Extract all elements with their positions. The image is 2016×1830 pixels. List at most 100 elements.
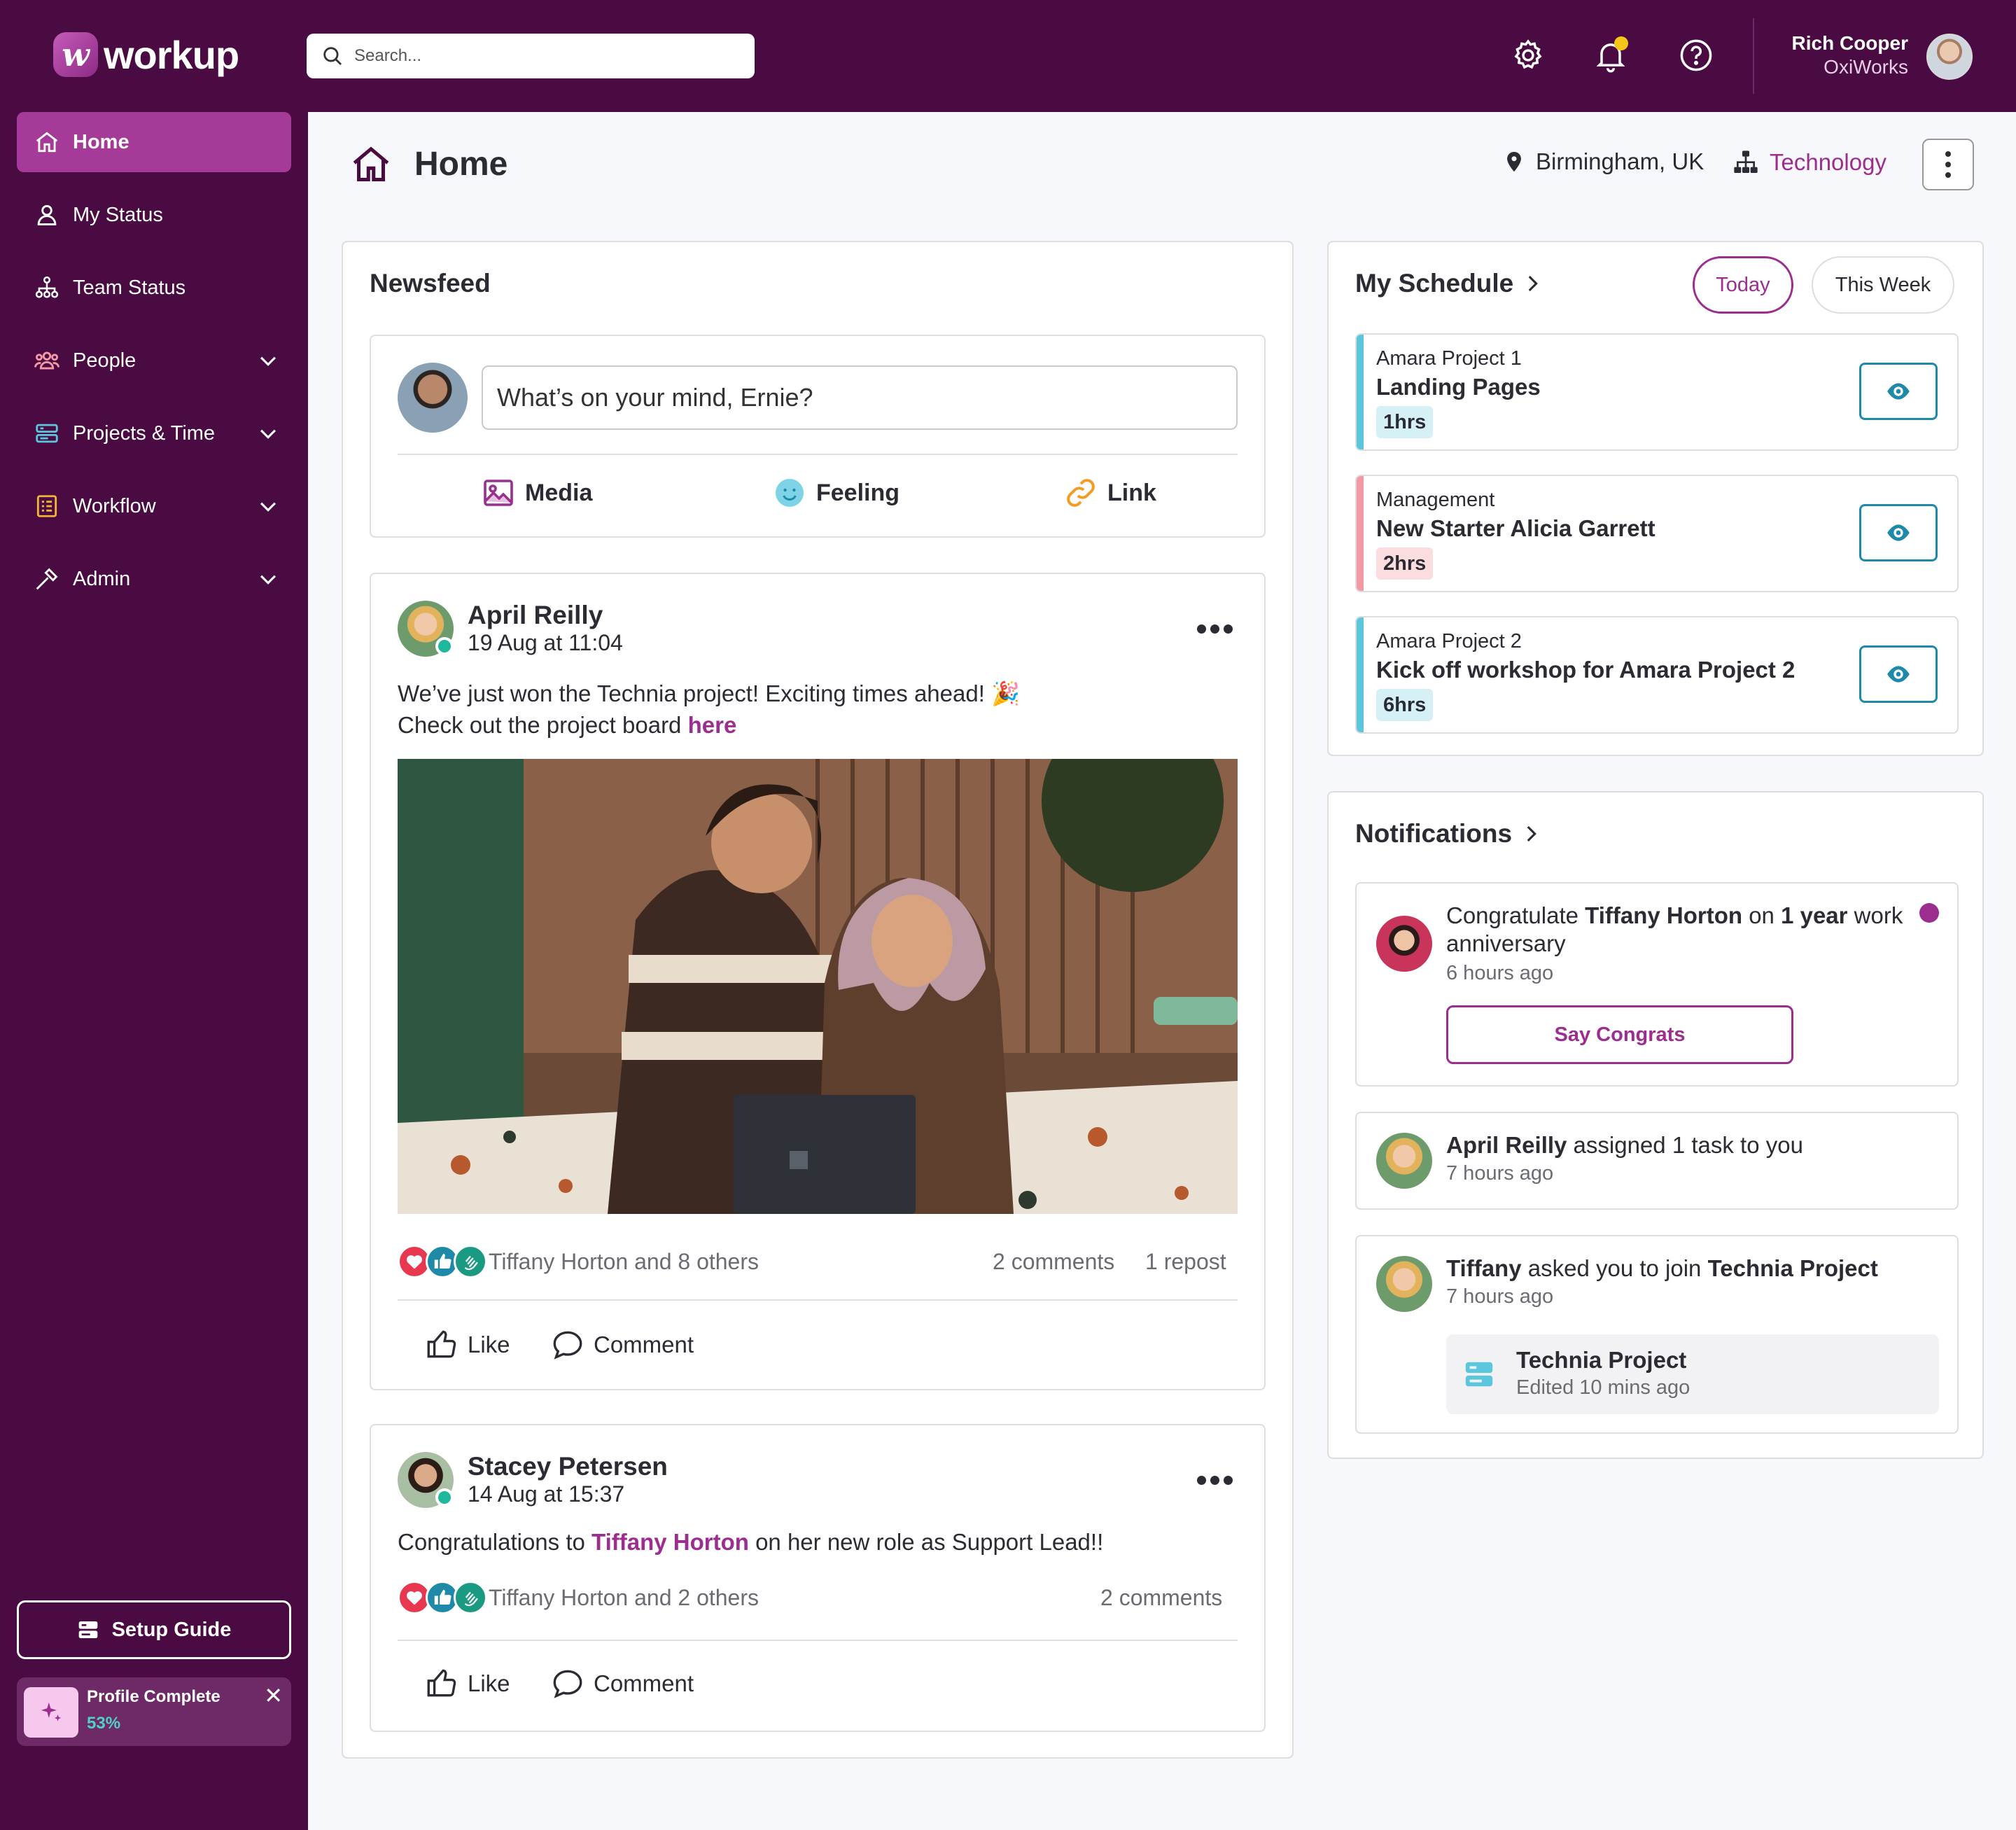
comment-button[interactable]: Comment — [550, 1666, 694, 1701]
schedule-task-title: New Starter Alicia Garrett — [1376, 515, 1656, 541]
sidebar-item-people[interactable]: People — [17, 330, 291, 391]
settings-button[interactable] — [1504, 31, 1553, 80]
profile-complete-percent: 53% — [87, 1714, 121, 1733]
reactions-summary[interactable]: Tiffany Horton and 8 others — [489, 1249, 759, 1275]
help-button[interactable] — [1672, 31, 1721, 80]
clap-icon — [454, 1581, 487, 1614]
notification-avatar — [1376, 1133, 1432, 1189]
sidebar-item-team-status[interactable]: Team Status — [17, 258, 291, 318]
feeling-button[interactable]: Feeling — [773, 476, 899, 510]
schedule-item[interactable]: Amara Project 1 Landing Pages 1hrs — [1355, 333, 1959, 451]
post-author-name[interactable]: Stacey Petersen — [468, 1452, 668, 1481]
chevron-down-icon — [260, 429, 276, 439]
project-board-link[interactable]: here — [688, 712, 737, 738]
sidebar-item-home[interactable]: Home — [17, 112, 291, 172]
top-divider — [1753, 18, 1754, 94]
schedule-color-bar — [1357, 335, 1364, 449]
comment-label: Comment — [594, 1670, 694, 1696]
reposts-count[interactable]: 1 repost — [1145, 1249, 1226, 1275]
logo-mark: w — [53, 32, 98, 77]
notifications-title-link[interactable]: Notifications — [1355, 819, 1543, 848]
department-link[interactable]: Technology — [1732, 148, 1886, 176]
notification-item[interactable]: Tiffany asked you to join Technia Projec… — [1355, 1235, 1959, 1434]
view-button[interactable] — [1859, 504, 1938, 561]
search-input[interactable] — [354, 46, 746, 66]
notification-text-part: work — [1847, 902, 1903, 928]
duration-badge: 1hrs — [1376, 406, 1434, 438]
post-more-button[interactable] — [1197, 1476, 1233, 1485]
user-menu[interactable]: Rich Cooper OxiWorks — [1792, 32, 1908, 78]
projects-icon — [36, 424, 58, 443]
chevron-right-icon — [1528, 275, 1539, 292]
workup-logo[interactable]: w workup — [53, 32, 239, 77]
post-photo[interactable] — [398, 759, 1238, 1214]
tab-this-week[interactable]: This Week — [1812, 256, 1954, 314]
link-button[interactable]: Link — [1064, 476, 1156, 510]
view-button[interactable] — [1859, 645, 1938, 703]
view-button[interactable] — [1859, 363, 1938, 420]
setup-guide-label: Setup Guide — [111, 1618, 232, 1641]
schedule-item[interactable]: Management New Starter Alicia Garrett 2h… — [1355, 475, 1959, 592]
smiley-icon — [776, 479, 804, 507]
notification-text-part: anniversary — [1446, 930, 1566, 956]
say-congrats-button[interactable]: Say Congrats — [1446, 1005, 1793, 1064]
post-text-line: We’ve just won the Technia project! Exci… — [398, 680, 1021, 706]
sidebar-item-projects-time[interactable]: Projects & Time — [17, 403, 291, 463]
location: Birmingham, UK — [1502, 148, 1704, 175]
feeling-label: Feeling — [816, 479, 900, 506]
sidebar-item-label: Workflow — [73, 494, 156, 517]
schedule-title-link[interactable]: My Schedule — [1355, 269, 1544, 298]
image-icon — [484, 480, 513, 506]
like-button[interactable]: Like — [424, 1327, 510, 1362]
post-more-button[interactable] — [1197, 624, 1233, 634]
notification-text-part: asked you to join — [1521, 1255, 1708, 1281]
project-chip-title: Technia Project — [1516, 1347, 1687, 1373]
project-chip[interactable]: Technia Project Edited 10 mins ago — [1446, 1334, 1939, 1414]
notification-text-part: on — [1742, 902, 1782, 928]
tab-today[interactable]: Today — [1693, 256, 1793, 314]
post-author-name[interactable]: April Reilly — [468, 601, 603, 630]
notification-dot — [1614, 36, 1628, 50]
user-avatar[interactable] — [1926, 34, 1973, 80]
notification-time: 7 hours ago — [1446, 1162, 1554, 1185]
department-label: Technology — [1770, 149, 1886, 175]
home-icon — [36, 132, 58, 153]
reactions[interactable] — [398, 1245, 487, 1278]
eye-icon — [1887, 524, 1910, 541]
media-button[interactable]: Media — [482, 476, 592, 510]
search-box[interactable] — [307, 34, 755, 78]
mention-link[interactable]: Tiffany Horton — [592, 1529, 749, 1555]
divider — [398, 1299, 1238, 1301]
checklist-icon — [36, 495, 57, 517]
chevron-down-icon — [260, 575, 276, 585]
notification-text: Congratulate Tiffany Horton on 1 year wo… — [1446, 902, 1908, 958]
more-options-button[interactable] — [1922, 139, 1974, 190]
duration-badge: 2hrs — [1376, 547, 1434, 580]
online-status-dot — [435, 1488, 454, 1507]
unread-dot — [1919, 903, 1939, 923]
divider — [398, 1640, 1238, 1641]
notification-item[interactable]: Congratulate Tiffany Horton on 1 year wo… — [1355, 882, 1959, 1087]
reactions[interactable] — [398, 1581, 487, 1614]
close-icon[interactable]: ✕ — [264, 1684, 283, 1707]
profile-complete-card[interactable]: Profile Complete 53% ✕ — [17, 1677, 291, 1746]
post-card: Stacey Petersen 14 Aug at 15:37 Congratu… — [370, 1424, 1266, 1732]
composer-input[interactable]: What’s on your mind, Ernie? — [482, 365, 1238, 430]
sidebar-item-admin[interactable]: Admin — [17, 549, 291, 609]
divider — [398, 454, 1238, 455]
search-icon — [323, 47, 342, 66]
setup-guide-button[interactable]: Setup Guide — [17, 1600, 291, 1659]
comment-button[interactable]: Comment — [550, 1327, 694, 1362]
schedule-item[interactable]: Amara Project 2 Kick off workshop for Am… — [1355, 616, 1959, 734]
hammer-icon — [36, 568, 58, 590]
notification-item[interactable]: April Reilly assigned 1 task to you 7 ho… — [1355, 1112, 1959, 1210]
location-pin-icon — [1507, 151, 1521, 172]
reactions-summary[interactable]: Tiffany Horton and 2 others — [489, 1585, 759, 1611]
notification-text: Tiffany asked you to join Technia Projec… — [1446, 1255, 1878, 1283]
comments-count[interactable]: 2 comments — [1100, 1585, 1222, 1611]
notifications-button[interactable] — [1586, 31, 1635, 80]
sidebar-item-workflow[interactable]: Workflow — [17, 476, 291, 536]
comments-count[interactable]: 2 comments — [993, 1249, 1114, 1275]
sidebar-item-my-status[interactable]: My Status — [17, 185, 291, 245]
like-button[interactable]: Like — [424, 1666, 510, 1701]
